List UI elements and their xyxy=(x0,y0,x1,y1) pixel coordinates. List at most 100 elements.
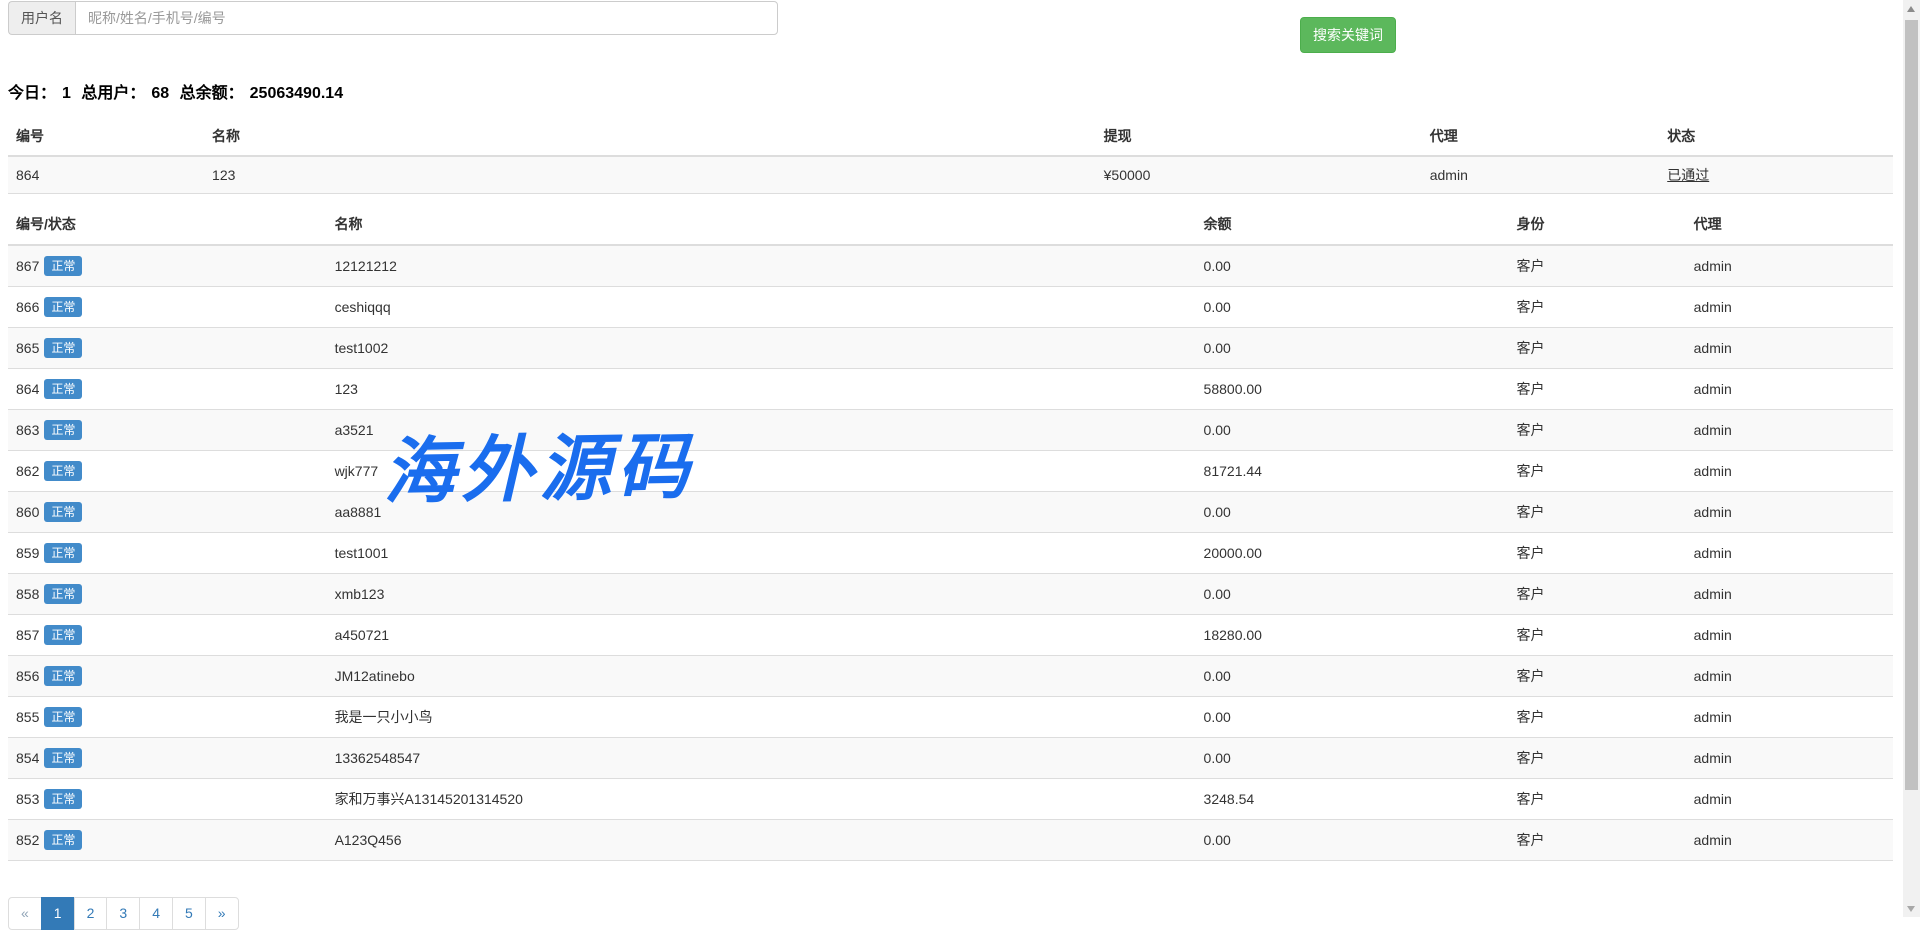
pagination-page-5[interactable]: 5 xyxy=(172,897,206,930)
user-id-status-cell: 852正常 xyxy=(8,820,327,861)
search-button[interactable]: 搜索关键词 xyxy=(1300,17,1396,53)
user-id: 854 xyxy=(16,750,39,766)
search-addon-label: 用户名 xyxy=(8,1,75,35)
status-badge: 正常 xyxy=(44,461,82,481)
status-badge: 正常 xyxy=(44,584,82,604)
table-row: 854正常 13362548547 0.00 客户 admin xyxy=(8,738,1893,779)
user-agent: admin xyxy=(1686,574,1893,615)
wd-header-status: 状态 xyxy=(1659,117,1893,156)
user-balance: 0.00 xyxy=(1196,574,1509,615)
user-name: 家和万事兴A13145201314520 xyxy=(327,779,1196,820)
table-row: 853正常 家和万事兴A13145201314520 3248.54 客户 ad… xyxy=(8,779,1893,820)
user-id-status-cell: 863正常 xyxy=(8,410,327,451)
scroll-down-arrow-icon[interactable] xyxy=(1907,906,1915,912)
status-badge: 正常 xyxy=(44,338,82,358)
table-row: 852正常 A123Q456 0.00 客户 admin xyxy=(8,820,1893,861)
pagination-prev[interactable]: « xyxy=(8,897,42,930)
withdrawal-row: 864 123 ¥50000 admin 已通过 xyxy=(8,156,1893,194)
total-balance-value: 25063490.14 xyxy=(250,85,343,102)
status-badge: 正常 xyxy=(44,789,82,809)
user-balance: 0.00 xyxy=(1196,245,1509,287)
user-id: 867 xyxy=(16,258,39,274)
table-row: 864正常 123 58800.00 客户 admin xyxy=(8,369,1893,410)
user-id-status-cell: 867 正常 xyxy=(8,245,327,287)
users-header-row: 编号/状态 名称 余额 身份 代理 xyxy=(8,204,1893,245)
table-row: 860正常 aa8881 0.00 客户 admin xyxy=(8,492,1893,533)
user-balance: 58800.00 xyxy=(1196,369,1509,410)
user-role: 客户 xyxy=(1508,533,1685,574)
user-name: test1001 xyxy=(327,533,1196,574)
user-name: xmb123 xyxy=(327,574,1196,615)
user-name: 我是一只小小鸟 xyxy=(327,697,1196,738)
status-badge: 正常 xyxy=(44,748,82,768)
pagination-page-4[interactable]: 4 xyxy=(139,897,173,930)
pagination-page-1[interactable]: 1 xyxy=(41,897,75,930)
table-row: 856正常 JM12atinebo 0.00 客户 admin xyxy=(8,656,1893,697)
user-balance: 20000.00 xyxy=(1196,533,1509,574)
user-role: 客户 xyxy=(1508,369,1685,410)
users-header-balance: 余额 xyxy=(1196,204,1509,245)
user-id: 857 xyxy=(16,627,39,643)
user-agent: admin xyxy=(1686,287,1893,328)
wd-id: 864 xyxy=(8,156,204,194)
user-balance: 0.00 xyxy=(1196,410,1509,451)
user-agent: admin xyxy=(1686,328,1893,369)
user-id-status-cell: 864正常 xyxy=(8,369,327,410)
page-content: 用户名 搜索关键词 今日：1 总用户：68 总余额：25063490.14 编号… xyxy=(8,0,1893,930)
user-balance: 0.00 xyxy=(1196,287,1509,328)
status-badge: 正常 xyxy=(44,297,82,317)
wd-amount: ¥50000 xyxy=(1096,156,1422,194)
table-row: 867正常 12121212 0.00 客户 admin xyxy=(8,245,1893,287)
scrollbar[interactable] xyxy=(1903,0,1920,917)
table-row: 857正常 a450721 18280.00 客户 admin xyxy=(8,615,1893,656)
wd-agent: admin xyxy=(1422,156,1660,194)
user-id: 865 xyxy=(16,340,39,356)
user-name: 12121212 xyxy=(327,245,1196,287)
user-name: wjk777 xyxy=(327,451,1196,492)
scroll-up-arrow-icon[interactable] xyxy=(1907,6,1915,12)
user-id: 866 xyxy=(16,299,39,315)
summary-line: 今日：1 总用户：68 总余额：25063490.14 xyxy=(8,79,1893,103)
user-balance: 0.00 xyxy=(1196,738,1509,779)
search-input[interactable] xyxy=(75,1,778,35)
user-id: 852 xyxy=(16,832,39,848)
user-name: a3521 xyxy=(327,410,1196,451)
user-id: 863 xyxy=(16,422,39,438)
user-role: 客户 xyxy=(1508,615,1685,656)
user-id: 860 xyxy=(16,504,39,520)
user-id: 853 xyxy=(16,791,39,807)
user-agent: admin xyxy=(1686,451,1893,492)
user-id: 858 xyxy=(16,586,39,602)
table-row: 862正常 wjk777 81721.44 客户 admin xyxy=(8,451,1893,492)
wd-header-name: 名称 xyxy=(204,117,1096,156)
user-id-status-cell: 862正常 xyxy=(8,451,327,492)
user-agent: admin xyxy=(1686,656,1893,697)
search-input-group: 用户名 xyxy=(8,1,778,35)
total-users-value: 68 xyxy=(151,85,169,102)
user-agent: admin xyxy=(1686,369,1893,410)
pagination-page-2[interactable]: 2 xyxy=(74,897,108,930)
user-agent: admin xyxy=(1686,738,1893,779)
status-badge: 正常 xyxy=(44,666,82,686)
user-id-status-cell: 855正常 xyxy=(8,697,327,738)
withdrawals-table: 编号 名称 提现 代理 状态 864 123 ¥50000 admin 已通过 xyxy=(8,117,1893,194)
status-badge: 正常 xyxy=(44,543,82,563)
user-balance: 0.00 xyxy=(1196,820,1509,861)
scrollbar-thumb[interactable] xyxy=(1905,20,1918,790)
user-balance: 81721.44 xyxy=(1196,451,1509,492)
user-balance: 0.00 xyxy=(1196,492,1509,533)
user-agent: admin xyxy=(1686,492,1893,533)
pagination-next[interactable]: » xyxy=(205,897,239,930)
withdrawal-status-link[interactable]: 已通过 xyxy=(1667,167,1709,183)
total-users-label: 总用户： xyxy=(81,85,145,102)
today-value: 1 xyxy=(62,85,71,102)
user-name: 13362548547 xyxy=(327,738,1196,779)
user-id-status-cell: 857正常 xyxy=(8,615,327,656)
user-id-status-cell: 856正常 xyxy=(8,656,327,697)
user-balance: 18280.00 xyxy=(1196,615,1509,656)
user-role: 客户 xyxy=(1508,410,1685,451)
status-badge: 正常 xyxy=(44,256,82,276)
pagination-page-3[interactable]: 3 xyxy=(106,897,140,930)
user-role: 客户 xyxy=(1508,574,1685,615)
users-header-name: 名称 xyxy=(327,204,1196,245)
